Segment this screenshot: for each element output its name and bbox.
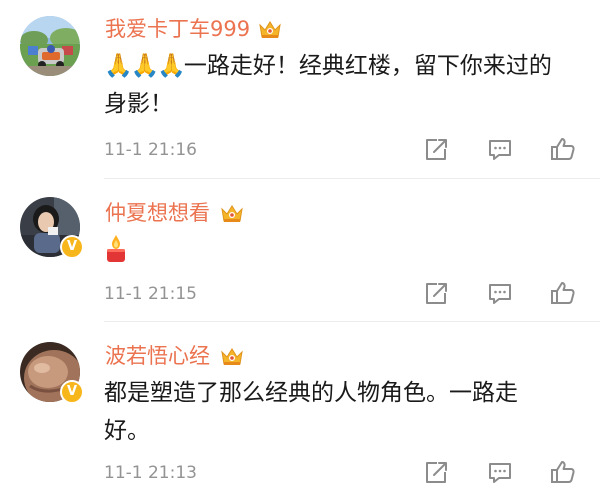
comment-text-line: 一路走好！经典红楼，留下你来过的	[183, 53, 552, 79]
username[interactable]: 我爱卡丁车999	[105, 15, 250, 43]
timestamp: 11-1 21:16	[104, 140, 197, 160]
share-icon[interactable]	[423, 137, 449, 163]
candle-emoji-icon	[107, 235, 125, 262]
crown-badge-icon	[221, 205, 243, 222]
comment-icon[interactable]	[487, 281, 513, 307]
share-icon[interactable]	[423, 460, 449, 486]
comment-text-line: 好。	[104, 418, 150, 444]
verified-badge-icon: V	[60, 380, 84, 404]
comment-icon[interactable]	[487, 460, 513, 486]
timestamp: 11-1 21:13	[104, 463, 197, 483]
thumbs-up-icon[interactable]	[550, 280, 576, 306]
avatar[interactable]	[20, 16, 80, 76]
username[interactable]: 波若悟心经	[105, 342, 210, 370]
timestamp: 11-1 21:15	[104, 284, 197, 304]
comment-text-line: 都是塑造了那么经典的人物角色。一路走	[104, 380, 518, 406]
crown-badge-icon	[221, 348, 243, 365]
crown-badge-icon	[259, 21, 281, 38]
verified-badge-icon: V	[60, 235, 84, 259]
thumbs-up-icon[interactable]	[550, 136, 576, 162]
praying-hands-emoji: 🙏🙏🙏	[104, 53, 186, 79]
username[interactable]: 仲夏想想看	[105, 199, 210, 227]
comment-item: V 波若悟心经 都是塑造了那么经典的人物角色。一路走 好。 11-1 21:13	[0, 322, 600, 504]
comment-text-line: 身影！	[104, 91, 173, 117]
thumbs-up-icon[interactable]	[550, 459, 576, 485]
comment-item: 我爱卡丁车999 🙏🙏🙏一路走好！经典红楼，留下你来过的 身影！ 11-1 21…	[0, 0, 600, 178]
comment-text: 🙏🙏🙏一路走好！经典红楼，留下你来过的 身影！	[104, 47, 584, 123]
comment-item: V 仲夏想想看 11-1 21:15	[0, 179, 600, 321]
share-icon[interactable]	[423, 281, 449, 307]
comment-text: 都是塑造了那么经典的人物角色。一路走 好。	[104, 374, 584, 450]
comment-icon[interactable]	[487, 137, 513, 163]
